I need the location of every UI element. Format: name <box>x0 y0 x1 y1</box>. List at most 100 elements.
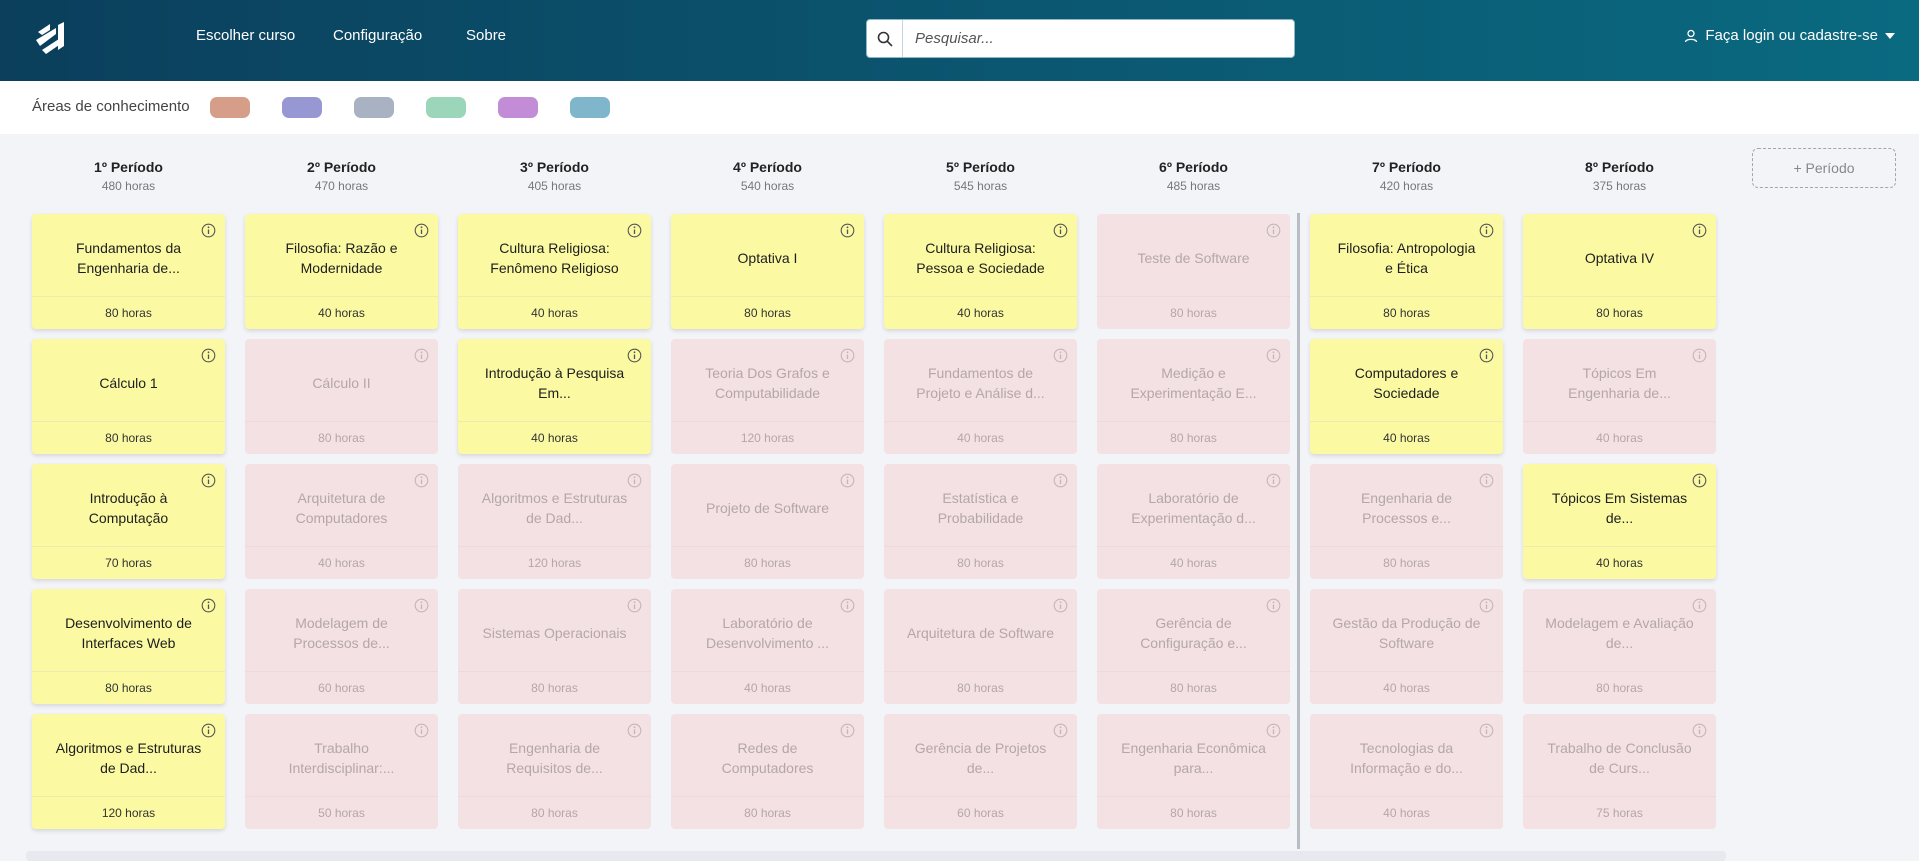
course-title: Fundamentos de Projeto e Análise d... <box>916 365 1045 401</box>
course-title: Estatística e Probabilidade <box>937 490 1024 526</box>
course-card[interactable]: Optativa IV 80 horas <box>1523 214 1716 329</box>
nav-configuracao[interactable]: Configuração <box>333 27 422 44</box>
course-card[interactable]: Sistemas Operacionais 80 horas <box>458 589 651 704</box>
course-card[interactable]: Engenharia Econômica para... 80 horas <box>1097 714 1290 829</box>
course-card[interactable]: Engenharia de Processos e... 80 horas <box>1310 464 1503 579</box>
course-title: Teoria Dos Grafos e Computabilidade <box>705 365 830 401</box>
course-card[interactable]: Tópicos Em Sistemas de... 40 horas <box>1523 464 1716 579</box>
course-card[interactable]: Laboratório de Experimentação d... 40 hor… <box>1097 464 1290 579</box>
course-card[interactable]: Engenharia de Requisitos de... 80 horas <box>458 714 651 829</box>
app-logo-icon[interactable] <box>32 20 68 58</box>
search-input[interactable] <box>903 20 1294 57</box>
course-title: Tópicos Em Sistemas de... <box>1551 490 1688 526</box>
period-name: 1º Período <box>94 159 163 175</box>
area-swatch-5[interactable] <box>498 97 538 118</box>
period-name: 8º Período <box>1585 159 1654 175</box>
course-card[interactable]: Fundamentos de Projeto e Análise d... 40 … <box>884 339 1077 454</box>
course-hours: 40 horas <box>1310 421 1503 454</box>
course-card[interactable]: Teste de Software 80 horas <box>1097 214 1290 329</box>
course-title: Filosofia: Antropologia e Ética <box>1337 240 1476 276</box>
course-card[interactable]: Cálculo II 80 horas <box>245 339 438 454</box>
course-title: Engenharia Econômica para... <box>1121 740 1266 776</box>
course-card[interactable]: Gerência de Configuração e... 80 horas <box>1097 589 1290 704</box>
column-divider <box>1297 213 1300 849</box>
course-title: Engenharia de Processos e... <box>1360 490 1453 526</box>
course-card[interactable]: Estatística e Probabilidade 80 horas <box>884 464 1077 579</box>
course-card[interactable]: Modelagem de Processos de... 60 horas <box>245 589 438 704</box>
login-label: Faça login ou cadastre-se <box>1705 27 1878 44</box>
course-hours: 120 horas <box>32 796 225 829</box>
horizontal-scrollbar[interactable] <box>26 851 1726 861</box>
course-card[interactable]: Filosofia: Antropologia e Ética 80 horas <box>1310 214 1503 329</box>
course-card[interactable]: Optativa I 80 horas <box>671 214 864 329</box>
course-card[interactable]: Medição e Experimentação E... 80 horas <box>1097 339 1290 454</box>
search-button[interactable] <box>867 20 903 57</box>
course-title: Arquitetura de Software <box>906 625 1055 641</box>
course-title: Projeto de Software <box>706 500 829 516</box>
period-name: 2º Período <box>307 159 376 175</box>
course-card[interactable]: Computadores e Sociedade 40 horas <box>1310 339 1503 454</box>
course-card[interactable]: Projeto de Software 80 horas <box>671 464 864 579</box>
course-hours: 40 horas <box>1523 421 1716 454</box>
period-hours: 545 horas <box>953 179 1008 193</box>
course-title: Optativa I <box>737 250 798 266</box>
course-title: Cultura Religiosa: Fenômeno Religioso <box>490 240 619 276</box>
course-title: Trabalho de Conclusão de Curs... <box>1547 740 1692 776</box>
course-card[interactable]: Desenvolvimento de Interfaces Web 80 hora… <box>32 589 225 704</box>
period-hours: 405 horas <box>527 179 582 193</box>
period-hours: 375 horas <box>1592 179 1647 193</box>
course-card[interactable]: Laboratório de Desenvolvimento ... 40 hor… <box>671 589 864 704</box>
course-card[interactable]: Redes de Computadores 80 horas <box>671 714 864 829</box>
course-title: Trabalho Interdisciplinar:... <box>288 740 395 776</box>
course-card[interactable]: Introdução à Pesquisa Em... 40 horas <box>458 339 651 454</box>
nav-sobre[interactable]: Sobre <box>466 27 506 44</box>
period-name: 5º Período <box>946 159 1015 175</box>
course-card[interactable]: Tópicos Em Engenharia de... 40 horas <box>1523 339 1716 454</box>
course-title: Cálculo 1 <box>99 375 158 391</box>
course-hours: 80 horas <box>1310 546 1503 579</box>
course-hours: 80 horas <box>1097 421 1290 454</box>
course-title: Gestão da Produção de Software <box>1332 615 1481 651</box>
area-swatch-4[interactable] <box>426 97 466 118</box>
course-hours: 80 horas <box>458 671 651 704</box>
course-title: Modelagem e Avaliação de... <box>1545 615 1694 651</box>
course-hours: 60 horas <box>245 671 438 704</box>
course-hours: 80 horas <box>671 296 864 329</box>
area-swatch-1[interactable] <box>210 97 250 118</box>
course-card[interactable]: Trabalho Interdisciplinar:... 50 horas <box>245 714 438 829</box>
course-card[interactable]: Algoritmos e Estruturas de Dad... 120 hor… <box>32 714 225 829</box>
course-card[interactable]: Tecnologias da Informação e do... 40 hora… <box>1310 714 1503 829</box>
area-swatch-3[interactable] <box>354 97 394 118</box>
search-box <box>866 19 1295 58</box>
nav-escolher-curso[interactable]: Escolher curso <box>196 27 295 44</box>
period-header: 8º Período 375 horas <box>1523 159 1716 193</box>
course-title: Algoritmos e Estruturas de Dad... <box>55 740 202 776</box>
top-navbar: Escolher curso Configuração Sobre Faça l… <box>0 0 1919 81</box>
course-card[interactable]: Cálculo 1 80 horas <box>32 339 225 454</box>
period-name: 3º Período <box>520 159 589 175</box>
course-title: Algoritmos e Estruturas de Dad... <box>481 490 628 526</box>
login-button[interactable]: Faça login ou cadastre-se <box>1684 27 1895 44</box>
course-card[interactable]: Modelagem e Avaliação de... 80 horas <box>1523 589 1716 704</box>
course-hours: 80 horas <box>1310 296 1503 329</box>
course-card[interactable]: Gerência de Projetos de... 60 horas <box>884 714 1077 829</box>
course-card[interactable]: Introdução à Computação 70 horas <box>32 464 225 579</box>
course-card[interactable]: Gestão da Produção de Software 40 horas <box>1310 589 1503 704</box>
add-period-button[interactable]: + Período <box>1752 148 1896 188</box>
course-card[interactable]: Cultura Religiosa: Fenômeno Religioso 40 … <box>458 214 651 329</box>
course-title: Cultura Religiosa: Pessoa e Sociedade <box>916 240 1045 276</box>
course-card[interactable]: Arquitetura de Software 80 horas <box>884 589 1077 704</box>
course-card[interactable]: Trabalho de Conclusão de Curs... 75 horas <box>1523 714 1716 829</box>
period-header: 3º Período 405 horas <box>458 159 651 193</box>
area-swatch-2[interactable] <box>282 97 322 118</box>
course-card[interactable]: Arquitetura de Computadores 40 horas <box>245 464 438 579</box>
course-card[interactable]: Filosofia: Razão e Modernidade 40 horas <box>245 214 438 329</box>
caret-down-icon <box>1885 32 1895 39</box>
course-card[interactable]: Algoritmos e Estruturas de Dad... 120 hor… <box>458 464 651 579</box>
course-card[interactable]: Cultura Religiosa: Pessoa e Sociedade 40 … <box>884 214 1077 329</box>
course-card[interactable]: Teoria Dos Grafos e Computabilidade 120 h… <box>671 339 864 454</box>
search-icon <box>877 31 892 46</box>
area-swatch-6[interactable] <box>570 97 610 118</box>
course-card[interactable]: Fundamentos da Engenharia de... 80 horas <box>32 214 225 329</box>
course-hours: 120 horas <box>458 546 651 579</box>
